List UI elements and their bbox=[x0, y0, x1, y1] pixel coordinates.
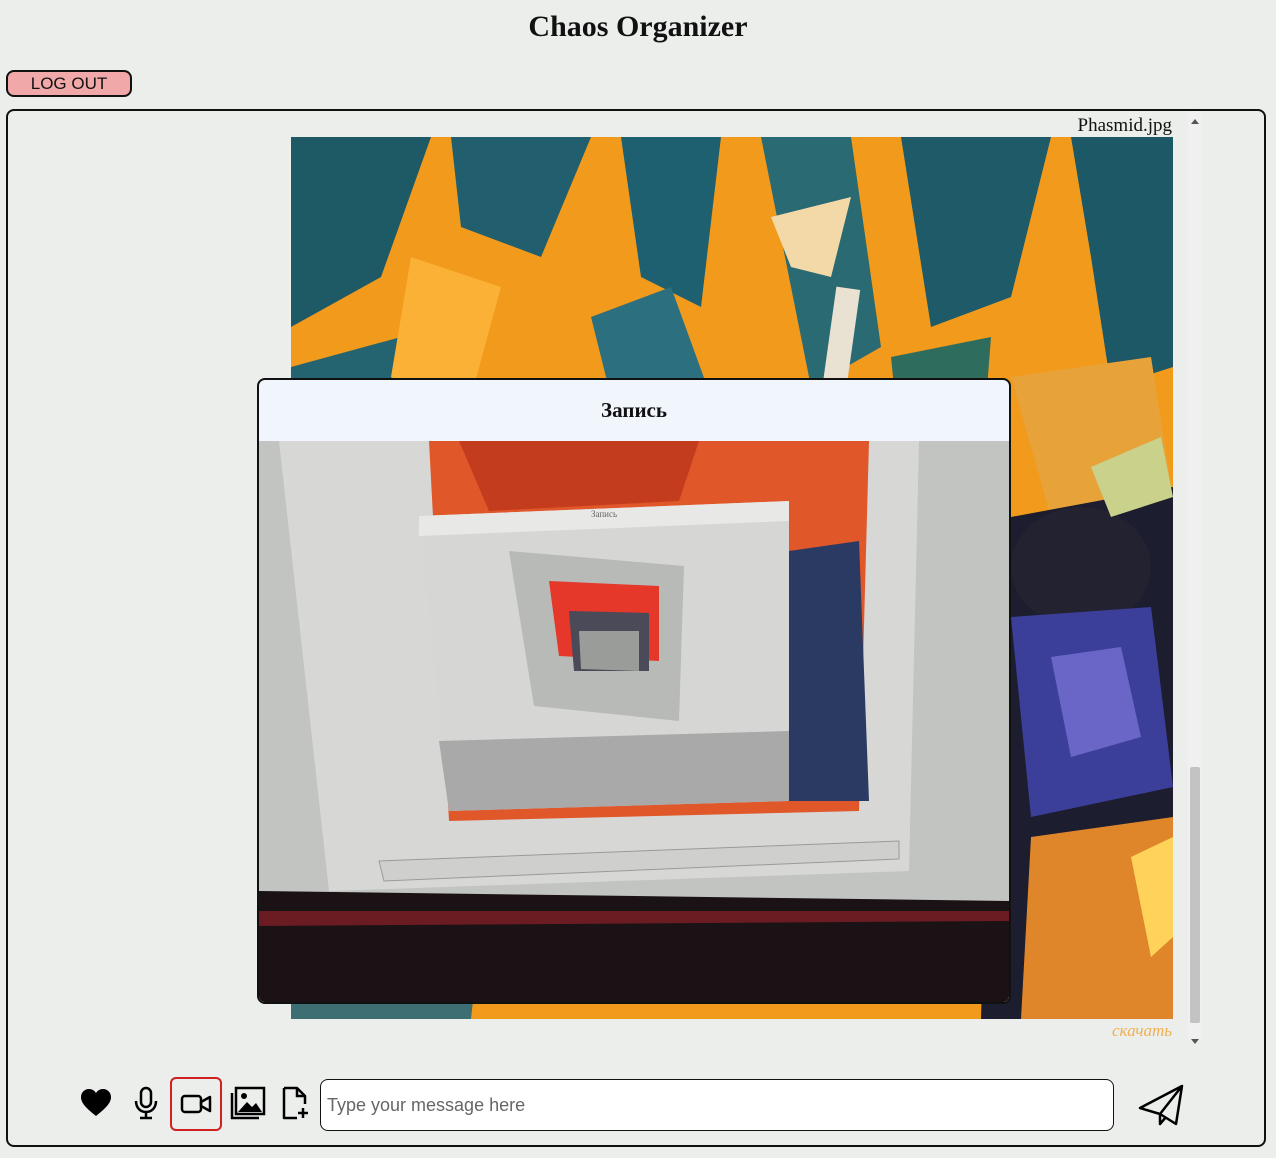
send-button[interactable] bbox=[1136, 1081, 1188, 1129]
file-upload-button[interactable] bbox=[272, 1079, 320, 1127]
feed-scrollbar[interactable] bbox=[1188, 111, 1202, 1044]
microphone-button[interactable] bbox=[122, 1079, 170, 1127]
scroll-down-arrow-icon[interactable] bbox=[1191, 1039, 1199, 1044]
webcam-feed: Запись bbox=[259, 441, 1009, 1002]
video-record-button[interactable] bbox=[170, 1077, 222, 1131]
video-screen-label: Запись bbox=[591, 509, 617, 519]
heart-button[interactable] bbox=[72, 1079, 120, 1127]
scroll-thumb[interactable] bbox=[1190, 767, 1200, 1023]
app-title: Chaos Organizer bbox=[528, 10, 748, 43]
video-camera-icon bbox=[180, 1094, 212, 1114]
modal-title: Запись bbox=[601, 398, 667, 422]
video-preview: Запись bbox=[259, 441, 1009, 1002]
microphone-icon bbox=[134, 1086, 158, 1120]
file-add-icon bbox=[282, 1086, 308, 1120]
image-icon bbox=[230, 1086, 266, 1120]
paper-plane-icon bbox=[1138, 1084, 1184, 1126]
download-link[interactable]: скачать bbox=[1112, 1021, 1172, 1041]
message-toolbar bbox=[8, 1069, 1264, 1135]
message-input[interactable] bbox=[320, 1079, 1114, 1131]
scroll-up-arrow-icon[interactable] bbox=[1191, 119, 1199, 124]
message-filename: Phasmid.jpg bbox=[1077, 115, 1172, 136]
image-upload-button[interactable] bbox=[224, 1079, 272, 1127]
logout-button[interactable]: LOG OUT bbox=[6, 70, 132, 97]
recording-modal: Запись Запись bbox=[257, 378, 1011, 1004]
heart-icon bbox=[81, 1089, 111, 1116]
